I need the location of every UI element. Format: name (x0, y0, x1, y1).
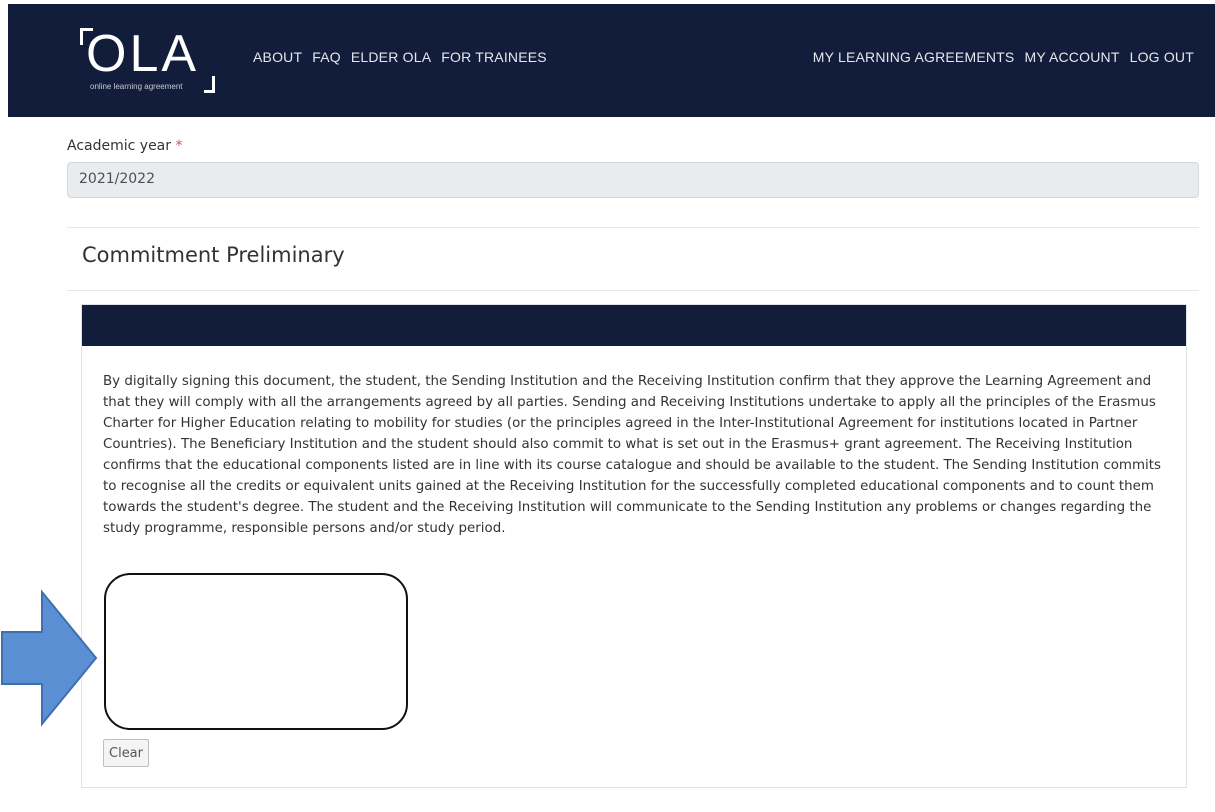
academic-year-field: 2021/2022 (67, 162, 1199, 198)
section-title: Commitment Preliminary (82, 243, 345, 267)
top-navbar: OLA online learning agreement ABOUT FAQ … (8, 4, 1215, 117)
account-nav: MY LEARNING AGREEMENTS MY ACCOUNT LOG OU… (813, 49, 1194, 65)
clear-signature-button[interactable]: Clear (103, 739, 149, 767)
right-arrow-icon (1, 589, 98, 727)
commitment-panel: By digitally signing this document, the … (81, 304, 1187, 788)
panel-header-bar (82, 305, 1186, 346)
divider (67, 227, 1199, 228)
signature-pad[interactable] (104, 573, 408, 730)
nav-elder-ola[interactable]: ELDER OLA (351, 49, 431, 65)
academic-year-label-text: Academic year (67, 138, 172, 154)
divider (67, 290, 1199, 291)
academic-year-group: Academic year * 2021/2022 (67, 138, 1199, 198)
logo-bracket-bottom-right (204, 76, 215, 93)
nav-faq[interactable]: FAQ (312, 49, 341, 65)
academic-year-label: Academic year * (67, 138, 1199, 154)
ola-logo[interactable]: OLA online learning agreement (80, 25, 230, 98)
logo-text: OLA (86, 25, 200, 83)
commitment-text: By digitally signing this document, the … (103, 374, 1161, 536)
nav-for-trainees[interactable]: FOR TRAINEES (441, 49, 547, 65)
logo-tagline: online learning agreement (90, 82, 183, 91)
nav-my-account[interactable]: MY ACCOUNT (1024, 49, 1119, 65)
required-marker: * (175, 138, 183, 154)
nav-log-out[interactable]: LOG OUT (1130, 49, 1194, 65)
primary-nav: ABOUT FAQ ELDER OLA FOR TRAINEES (253, 49, 547, 65)
nav-about[interactable]: ABOUT (253, 49, 302, 65)
nav-my-learning-agreements[interactable]: MY LEARNING AGREEMENTS (813, 49, 1015, 65)
